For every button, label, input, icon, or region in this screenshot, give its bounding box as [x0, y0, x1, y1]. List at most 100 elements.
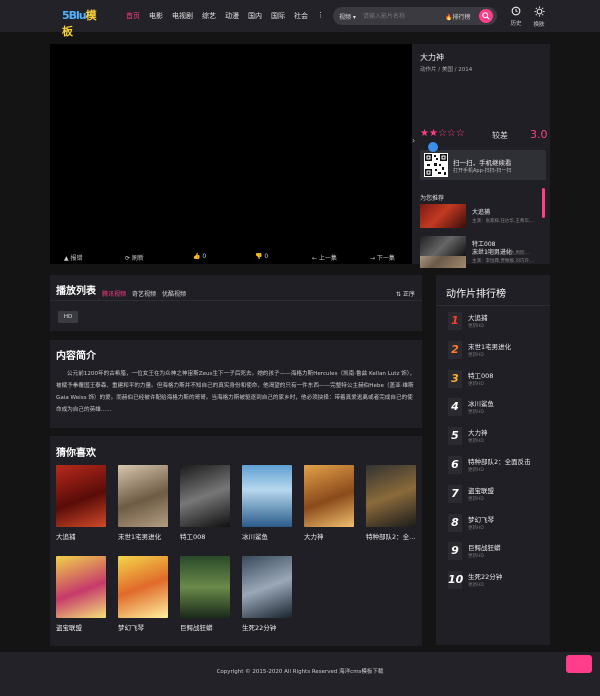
star-empty-icon[interactable]: ☆: [456, 128, 465, 139]
movie-card[interactable]: 大追捕: [56, 465, 106, 541]
movie-card[interactable]: 大力神: [304, 465, 354, 541]
ranking-link[interactable]: 🔥排行榜: [445, 12, 471, 21]
report-error-button[interactable]: ▲ 报错: [64, 253, 83, 262]
movie-poster: [242, 465, 292, 527]
recommend-cast: 主演：孙晓彬,凌紫怡,周欣,...: [472, 251, 531, 256]
ranking-name: 大力神: [468, 429, 488, 438]
ranking-number: 1: [448, 312, 462, 330]
movie-poster: [118, 556, 168, 618]
search-button[interactable]: [479, 9, 493, 23]
ranking-name: 特种部队2：全面反击: [468, 458, 531, 466]
divider: [436, 305, 550, 306]
nav-more[interactable]: ⋮: [317, 11, 324, 21]
ranking-item[interactable]: 9 巨鳄战狂蟒 更新HD: [448, 540, 548, 568]
ranking-name: 冰川鲨鱼: [468, 400, 494, 409]
movie-card[interactable]: 生死22分钟: [242, 556, 292, 632]
main-nav: 首页 电影 电视剧 综艺 动漫 国内 国际 社会 ⋮: [126, 11, 333, 21]
history-button[interactable]: 历史: [505, 6, 527, 27]
logo-main: 5Blu: [62, 9, 87, 22]
movie-poster: [366, 465, 416, 527]
history-label: 历史: [510, 21, 522, 27]
ranking-name: 盗宝联盟: [468, 486, 494, 495]
ranking-update: 更新HD: [468, 410, 484, 416]
search-icon: [482, 12, 490, 20]
episode-button[interactable]: HD: [58, 311, 78, 323]
refresh-button[interactable]: ⟳ 刷新: [125, 253, 144, 262]
recommend-item-spacer: [420, 200, 544, 224]
movie-name: 巨鳄战狂蟒: [180, 624, 213, 632]
movie-card[interactable]: 巨鳄战狂蟒: [180, 556, 230, 632]
ranking-item[interactable]: 5 大力神 更新HD: [448, 425, 548, 453]
qr-code: [424, 153, 448, 177]
collapse-arrow-icon[interactable]: ›: [412, 136, 415, 145]
back-to-top-button[interactable]: [566, 655, 592, 673]
qr-subtitle: 打开手机App-扫扫-扫一扫: [453, 168, 512, 174]
ranking-update: 更新HD: [468, 525, 484, 531]
next-episode-button[interactable]: → 下一集: [370, 253, 395, 262]
search-input[interactable]: [363, 10, 445, 22]
intro-text: 公元前1200年的古希腊，一位女王在为众神之神宙斯Zeus生下一子后死去。她的孩…: [56, 371, 416, 413]
prev-episode-button[interactable]: ← 上一集: [312, 253, 337, 262]
movie-name: 梦幻飞琴: [118, 624, 144, 632]
sort-toggle[interactable]: ⇅ 正序: [396, 289, 415, 298]
star-empty-icon[interactable]: ☆: [447, 128, 456, 139]
video-title: 大力神: [420, 53, 444, 62]
movie-card[interactable]: 特工008: [180, 465, 230, 541]
movie-name: 冰川鲨鱼: [242, 533, 268, 541]
movie-poster: [118, 465, 168, 527]
ranking-item[interactable]: 1 大追捕 更新HD: [448, 310, 548, 338]
rating-stars[interactable]: ★★☆☆☆: [420, 128, 465, 139]
nav-anime[interactable]: 动漫: [225, 11, 239, 21]
ranking-update: 更新HD: [468, 381, 484, 387]
nav-tv[interactable]: 电视剧: [172, 11, 193, 21]
ranking-update: 更新HD: [468, 468, 484, 473]
theme-button[interactable]: 换肤: [528, 6, 550, 28]
movie-poster: [56, 556, 106, 618]
ranking-item[interactable]: 2 末世1宅男进化 更新HD: [448, 339, 548, 367]
movie-card[interactable]: 末世1宅男进化: [118, 465, 168, 541]
top-header: 5Blu模板 首页 电影 电视剧 综艺 动漫 国内 国际 社会 ⋮ 视频 ▾ 🔥…: [0, 0, 600, 38]
nav-domestic[interactable]: 国内: [248, 11, 262, 21]
movie-card[interactable]: 梦幻飞琴: [118, 556, 168, 632]
theme-label: 换肤: [533, 22, 545, 28]
ranking-update: 更新HD: [468, 324, 484, 329]
movie-name: 生死22分钟: [242, 624, 277, 632]
movie-poster: [242, 556, 292, 618]
movie-card[interactable]: 特种部队2：全...: [366, 465, 416, 541]
search-bar: 视频 ▾ 🔥排行榜: [333, 7, 497, 25]
video-player[interactable]: ▲ 报错 ⟳ 刷新 👍 0 👎 0 ← 上一集 → 下一集: [50, 44, 412, 264]
ranking-item[interactable]: 3 特工008 更新HD: [448, 368, 548, 396]
like-button[interactable]: 👍 0: [193, 253, 206, 260]
ranking-item[interactable]: 10 生死22分钟 更新HD: [448, 569, 548, 597]
dislike-button[interactable]: 👎 0: [255, 253, 268, 260]
ranking-number: 6: [448, 456, 462, 474]
ranking-item[interactable]: 4 冰川鲨鱼 更新HD: [448, 396, 548, 424]
ranking-item[interactable]: 7 盗宝联盟 更新HD: [448, 483, 548, 511]
movie-card[interactable]: 冰川鲨鱼: [242, 465, 292, 541]
site-logo[interactable]: 5Blu模板: [62, 7, 104, 38]
movie-poster: [180, 556, 230, 618]
nav-movie[interactable]: 电影: [149, 11, 163, 21]
tab-youku[interactable]: 优酷视频: [162, 289, 186, 298]
ranking-link-label: 排行榜: [452, 14, 471, 21]
video-meta: 动作片 / 美国 / 2014: [420, 67, 473, 73]
nav-international[interactable]: 国际: [271, 11, 285, 21]
nav-society[interactable]: 社会: [294, 11, 308, 21]
qr-title: 扫一扫，手机继续看: [453, 159, 512, 167]
ranking-number: 10: [448, 571, 463, 590]
search-category-select[interactable]: 视频 ▾: [339, 12, 356, 21]
ranking-item[interactable]: 6 特种部队2：全面反击 更新HD: [448, 454, 548, 482]
star-filled-icon[interactable]: ★: [420, 128, 429, 139]
robot-icon: [428, 142, 438, 152]
tab-iqiyi[interactable]: 奇艺视频: [132, 289, 156, 298]
footer-copyright: Copyright © 2015-2020 All Rights Reserve…: [216, 669, 384, 675]
recommend-item[interactable]: 特工008 主演：孙晓彬,凌紫怡,周欣,...: [420, 236, 544, 260]
ranking-item[interactable]: 8 梦幻飞琴 更新HD: [448, 512, 548, 540]
star-filled-icon[interactable]: ★: [429, 128, 438, 139]
nav-home[interactable]: 首页: [126, 11, 140, 21]
player-control-bar: ▲ 报错 ⟳ 刷新 👍 0 👎 0 ← 上一集 → 下一集: [50, 250, 412, 264]
movie-poster: [180, 465, 230, 527]
movie-card[interactable]: 盗宝联盟: [56, 556, 106, 632]
star-empty-icon[interactable]: ☆: [438, 128, 447, 139]
nav-variety[interactable]: 综艺: [202, 11, 216, 21]
